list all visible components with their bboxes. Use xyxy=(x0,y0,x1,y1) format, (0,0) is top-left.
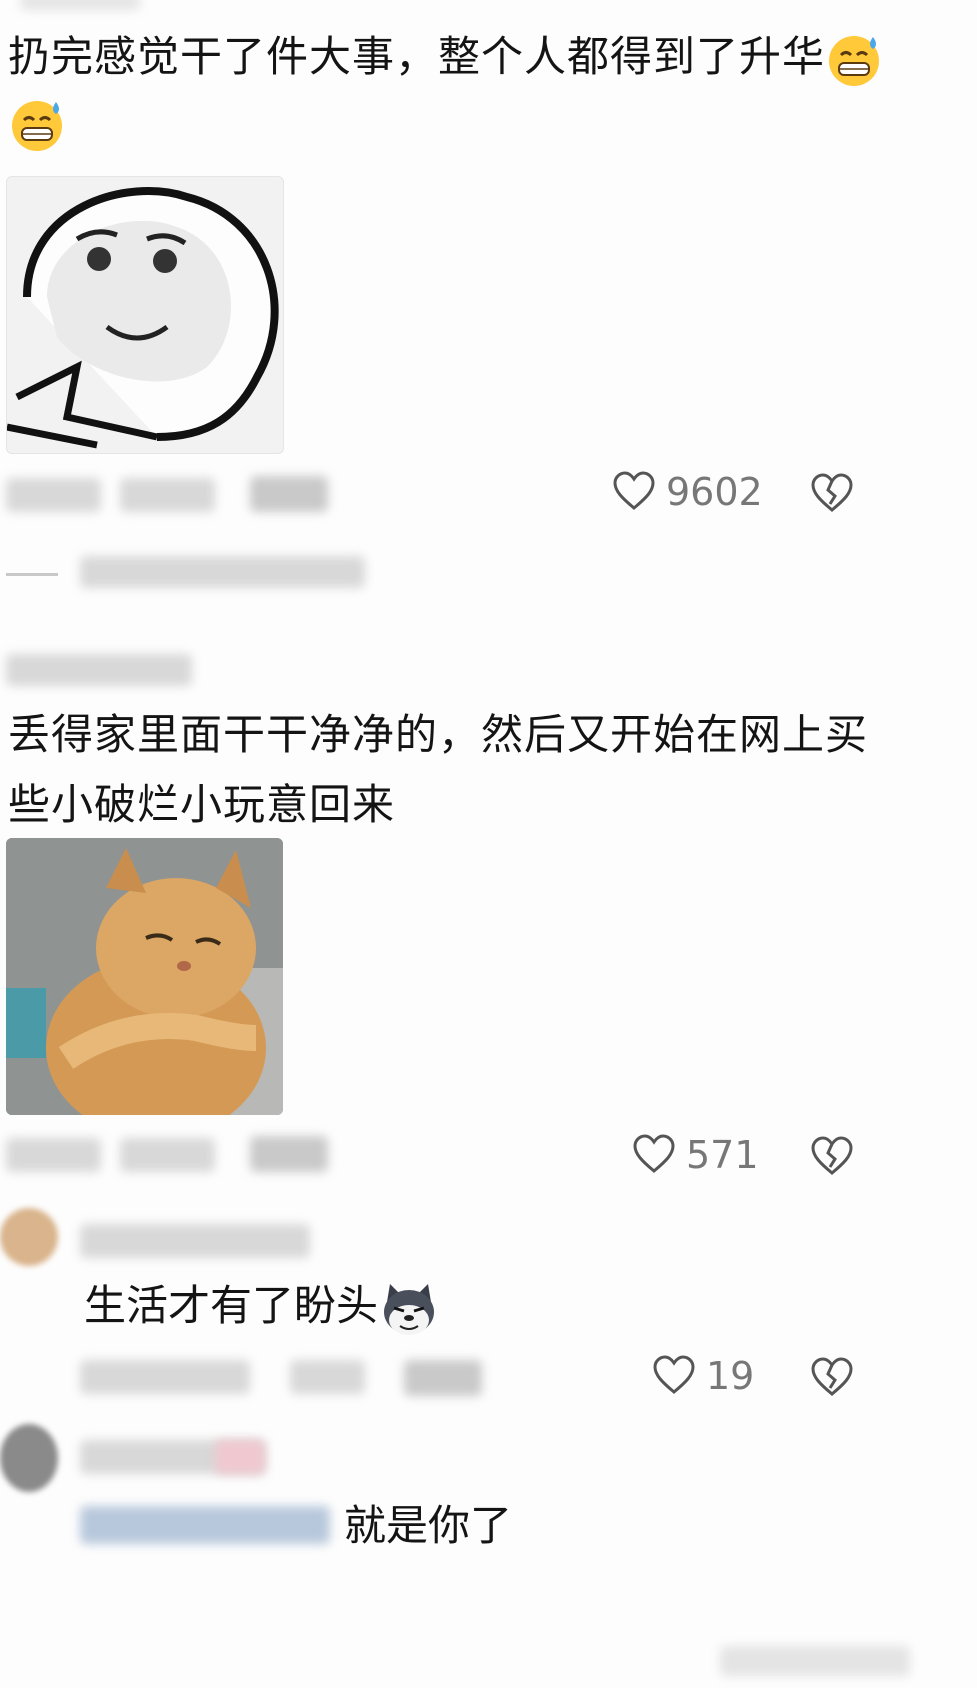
comment-meta-blurred xyxy=(120,478,215,512)
like-button[interactable]: 19 xyxy=(652,1354,754,1398)
like-button[interactable]: 571 xyxy=(632,1133,759,1177)
broken-heart-icon xyxy=(810,1356,854,1400)
reply-meta-blurred xyxy=(290,1360,365,1394)
mention-blurred[interactable] xyxy=(80,1506,330,1544)
reply-text: 就是你了 xyxy=(344,1496,512,1556)
username-blurred[interactable] xyxy=(80,1224,310,1258)
expand-replies-blurred[interactable] xyxy=(80,556,365,588)
reply-button-blurred[interactable] xyxy=(250,1136,328,1172)
avatar[interactable] xyxy=(0,1208,58,1266)
dislike-button[interactable] xyxy=(810,1135,854,1179)
comment-text: 扔完感觉干了件大事，整个人都得到了升华 xyxy=(8,22,938,92)
broken-heart-icon xyxy=(810,1135,854,1179)
dislike-button[interactable] xyxy=(810,472,854,516)
reply-text-content: 生活才有了盼头 xyxy=(84,1281,379,1330)
sweat-grin-emoji-icon xyxy=(8,96,66,158)
comment-text-line: 丢得家里面干干净净的，然后又开始在网上买 xyxy=(8,710,869,759)
comment-meta-blurred xyxy=(6,1138,101,1172)
comment-meta-blurred xyxy=(120,1138,215,1172)
like-count: 571 xyxy=(686,1133,759,1177)
watermark-blurred xyxy=(720,1646,910,1676)
broken-heart-icon xyxy=(810,472,854,516)
username-top[interactable] xyxy=(20,0,140,10)
like-count: 19 xyxy=(706,1354,755,1398)
username-blurred xyxy=(215,1440,265,1474)
reply-text-content: 就是你了 xyxy=(344,1501,513,1550)
heart-icon xyxy=(612,470,656,514)
heart-icon xyxy=(652,1354,696,1398)
dislike-button[interactable] xyxy=(810,1356,854,1400)
like-button[interactable]: 9602 xyxy=(612,470,763,514)
reply-button-blurred[interactable] xyxy=(404,1360,482,1396)
husky-emoji-icon xyxy=(378,1278,440,1340)
meme-face-sticker[interactable] xyxy=(6,176,284,454)
reply-button-blurred[interactable] xyxy=(250,476,328,512)
comment-text: 丢得家里面干干净净的，然后又开始在网上买 些小破烂小玩意回来 xyxy=(8,700,938,840)
comment-text-line: 些小破烂小玩意回来 xyxy=(8,780,396,829)
username-blurred[interactable] xyxy=(6,654,192,686)
reply-text: 生活才有了盼头 xyxy=(84,1276,440,1340)
sweat-grin-emoji-icon xyxy=(825,31,883,89)
heart-icon xyxy=(632,1133,676,1177)
sad-cat-sticker[interactable] xyxy=(6,838,283,1115)
like-count: 9602 xyxy=(666,470,763,514)
reply-meta-blurred xyxy=(80,1360,250,1394)
avatar[interactable] xyxy=(0,1424,58,1492)
expand-replies-line xyxy=(6,573,58,576)
comment-meta-blurred xyxy=(6,478,101,512)
comment-text-line: 扔完感觉干了件大事，整个人都得到了升华 xyxy=(8,32,826,81)
